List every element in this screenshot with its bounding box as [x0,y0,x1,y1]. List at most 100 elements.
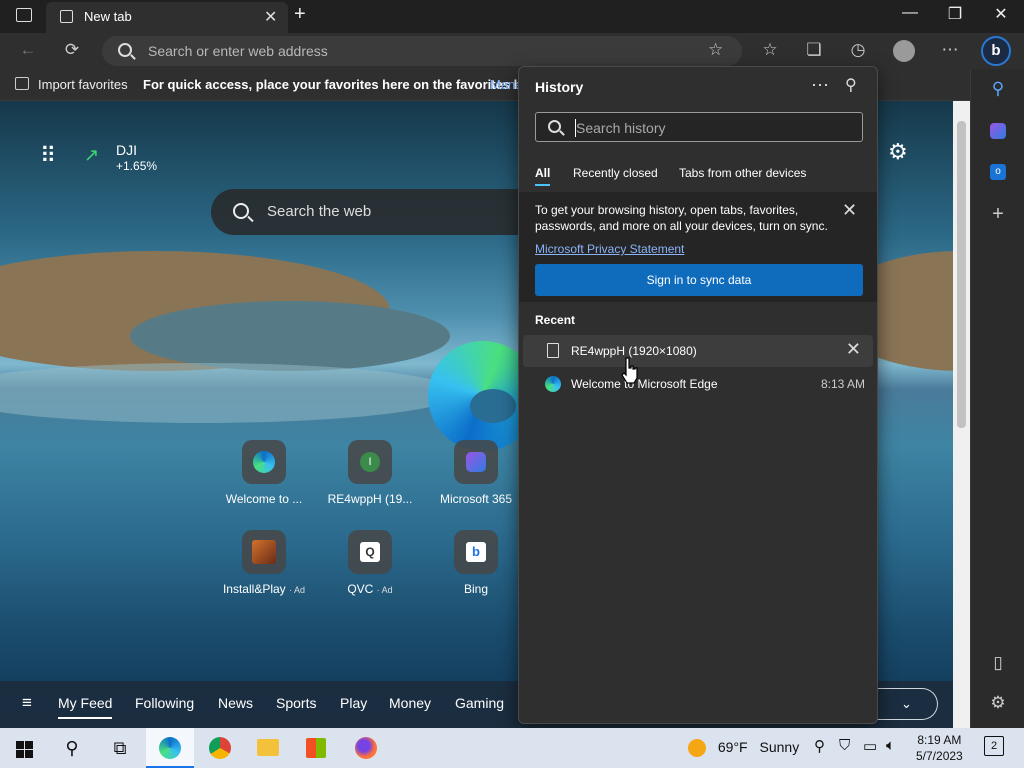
letter-i-icon: I [360,452,380,472]
feed-tab-my-feed[interactable]: My Feed [58,695,113,719]
quick-link-label: Bing [463,582,489,596]
quick-link-tile[interactable]: Install&Play · Ad [214,530,314,596]
add-favorite-icon[interactable]: ☆ [708,40,723,60]
taskbar-firefox-icon[interactable] [342,728,390,768]
quick-link-tile[interactable]: b Bing [426,530,526,596]
background-water-reflection [0,363,460,423]
feed-tab-play[interactable]: Play [340,695,367,711]
recent-heading: Recent [535,313,576,327]
history-search-field[interactable] [535,112,863,142]
privacy-statement-link[interactable]: Microsoft Privacy Statement [535,242,684,256]
tab-other-devices[interactable]: Tabs from other devices [679,166,806,180]
close-window-button[interactable]: ✕ [981,4,1021,24]
edge-icon [545,376,561,392]
sync-prompt: To get your browsing history, open tabs,… [519,192,877,302]
refresh-icon[interactable]: ⟳ [58,40,86,60]
favorites-bar-message: For quick access, place your favorites h… [143,77,537,92]
volume-icon[interactable]: 🔈︎ [886,737,895,754]
outlook-icon[interactable]: o [985,159,1011,185]
feed-tab-sports[interactable]: Sports [276,695,316,711]
feed-tab-money[interactable]: Money [389,695,431,711]
notification-center-button[interactable]: 2 [984,736,1004,756]
tab-actions-icon[interactable] [16,8,32,22]
history-item-title: Welcome to Microsoft Edge [571,377,718,391]
favorites-icon[interactable]: ☆ [756,40,784,60]
minimize-button[interactable]: — [890,4,930,22]
hand-cursor-icon [621,357,638,384]
system-clock[interactable]: 8:19 AM 5/7/2023 [916,732,963,764]
apps-launcher-icon[interactable]: ⠿ [40,143,56,169]
tab-recently-closed[interactable]: Recently closed [573,166,658,180]
task-view-icon[interactable]: ⧉ [96,728,144,768]
web-search-box[interactable]: Search the web [211,189,541,235]
sidebar-settings-icon[interactable]: ⚙ [985,693,1011,719]
page-settings-icon[interactable]: ⚙ [888,139,908,165]
profile-avatar[interactable] [893,40,915,62]
history-item[interactable]: Welcome to Microsoft Edge 8:13 AM [523,368,873,400]
quick-link-label: RE4wppH (19... [327,492,413,506]
microsoft-365-icon [466,452,486,472]
windows-taskbar: ⚲ ⧉ 69°F Sunny ⚲ ⛉ ▭ 🔈︎ 8:19 AM 5/7/2023 [0,728,1024,768]
microsoft-365-icon[interactable] [985,119,1011,145]
sun-icon [688,739,706,758]
search-icon[interactable]: ⚲ [48,728,96,768]
start-button[interactable] [0,728,48,768]
web-search-placeholder: Search the web [267,203,372,220]
history-item-time: 8:13 AM [820,377,865,391]
feed-tab-news[interactable]: News [218,695,253,711]
quick-link-tile[interactable]: Q QVC · Ad [320,530,420,596]
taskbar-edge-icon[interactable] [146,728,194,768]
menu-icon[interactable]: ≡ [22,693,32,713]
weather-widget[interactable]: 69°F Sunny [688,739,799,758]
close-icon[interactable]: ✕ [842,200,857,221]
security-shield-icon[interactable]: ⛉ [839,737,850,754]
network-icon[interactable]: ▭ [863,737,877,755]
history-search-input[interactable] [576,118,846,138]
import-favorites-button[interactable]: Import favorites [38,77,128,92]
restore-button[interactable]: ❐ [935,4,975,24]
more-options-icon[interactable]: ⋯ [811,75,829,96]
background-hill [130,301,450,371]
quick-link-label: Microsoft 365 [439,492,513,506]
add-icon[interactable]: + [985,203,1011,229]
sign-in-sync-button[interactable]: Sign in to sync data [535,264,863,296]
game-icon [252,540,276,564]
collections-icon[interactable]: ❏ [800,40,828,60]
notification-count: 2 [990,740,998,752]
feed-tab-following[interactable]: Following [135,695,194,711]
bing-chat-button[interactable]: b [981,36,1011,66]
tab-new-tab[interactable]: New tab ✕ [46,2,288,33]
quick-link-tile[interactable]: Welcome to ... [214,440,314,506]
address-bar[interactable]: Search or enter web address ☆ [102,36,742,66]
search-icon [233,203,249,219]
quick-link-tile[interactable]: Microsoft 365 [426,440,526,506]
hide-sidebar-icon[interactable]: ▯ [985,653,1011,679]
ad-badge: · Ad [289,585,306,595]
page-scrollbar[interactable] [953,101,970,728]
ad-badge: · Ad [376,585,393,595]
bing-icon: b [466,542,486,562]
taskbar-chrome-icon[interactable] [196,728,244,768]
back-icon[interactable]: ← [14,40,42,60]
history-icon[interactable]: ◷ [844,40,872,60]
history-panel: History ⋯ ⚲ All Recently closed Tabs fro… [518,66,878,724]
history-item[interactable]: RE4wppH (1920×1080) ✕ [523,335,873,367]
taskbar-file-explorer-icon[interactable] [244,728,292,768]
search-icon[interactable]: ⚲ [814,737,825,755]
quick-link-tile[interactable]: I RE4wppH (19... [320,440,420,506]
layout-dropdown[interactable]: ⌄ [876,688,938,720]
new-tab-button[interactable]: + [294,3,306,26]
tab-title: New tab [84,9,132,24]
feed-tab-gaming[interactable]: Gaming [455,695,504,711]
delete-item-icon[interactable]: ✕ [846,339,861,360]
search-icon[interactable]: ⚲ [985,79,1011,105]
tab-all[interactable]: All [535,166,551,186]
stock-ticker-name[interactable]: DJI [116,142,137,158]
stock-ticker-change: +1.65% [116,159,158,173]
taskbar-store-icon[interactable] [292,728,340,768]
pin-icon[interactable]: ⚲ [845,75,857,95]
more-options-icon[interactable]: ⋯ [936,40,964,60]
scrollbar-thumb[interactable] [957,121,966,428]
clock-time: 8:19 AM [917,733,962,747]
close-tab-icon[interactable]: ✕ [264,7,277,27]
